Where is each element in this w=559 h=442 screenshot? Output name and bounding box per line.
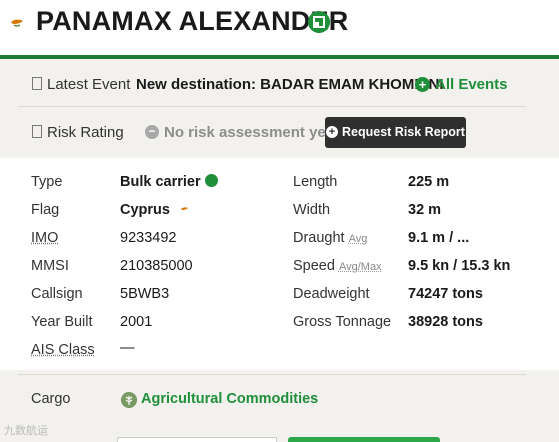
risk-rating-label: Risk Rating <box>32 124 124 141</box>
shield-icon <box>32 124 42 138</box>
imo-value: 9233492 <box>120 230 177 246</box>
vessel-details: Type Flag IMO MMSI Callsign Year Built A… <box>0 158 559 370</box>
watermark: 九数航运 <box>4 425 48 437</box>
divider <box>18 374 526 375</box>
calendar-icon <box>32 76 42 90</box>
type-label: Type <box>31 174 63 190</box>
type-value: Bulk carrier <box>120 174 218 190</box>
cyprus-flag-icon <box>6 15 28 30</box>
mmsi-label: MMSI <box>31 258 69 274</box>
vessel-header: PANAMAX ALEXANDER <box>0 0 559 56</box>
partial-input-box[interactable] <box>117 437 277 442</box>
draught-sublabel[interactable]: Avg <box>349 233 368 245</box>
deadweight-label: Deadweight <box>293 286 370 302</box>
risk-status: − No risk assessment yet <box>145 124 331 141</box>
all-events-link[interactable]: + All Events <box>415 76 508 93</box>
length-value: 225 m <box>408 174 450 190</box>
draught-label: Draught Avg <box>293 230 368 246</box>
speed-value: 9.5 kn / 15.3 kn <box>408 258 511 274</box>
callsign-value: 5BWB3 <box>120 286 170 302</box>
cargo-label: Cargo <box>31 391 71 407</box>
width-label: Width <box>293 202 331 218</box>
latest-event-row: Latest Event New destination: BADAR EMAM… <box>0 64 559 104</box>
latest-event-label: Latest Event <box>32 76 130 93</box>
mmsi-value: 210385000 <box>120 258 193 274</box>
cyprus-flag-icon <box>179 205 191 213</box>
ais-class-value: — <box>120 340 135 356</box>
bulk-carrier-badge-icon <box>204 174 218 187</box>
cargo-leaf-icon <box>121 392 137 408</box>
gross-tonnage-label: Gross Tonnage <box>293 314 392 330</box>
ais-class-label[interactable]: AIS Class <box>31 342 95 358</box>
risk-rating-row: Risk Rating − No risk assessment yet + R… <box>0 112 559 152</box>
imo-label[interactable]: IMO <box>31 230 58 246</box>
plus-circle-icon: + <box>326 126 339 138</box>
plus-circle-icon: + <box>415 76 430 92</box>
request-risk-report-button[interactable]: + Request Risk Report <box>325 116 466 148</box>
length-label: Length <box>293 174 338 190</box>
deadweight-value: 74247 tons <box>408 286 483 302</box>
gross-tonnage-value: 38928 tons <box>408 314 483 330</box>
width-value: 32 m <box>408 202 442 218</box>
bulk-carrier-badge-icon <box>308 11 330 33</box>
cargo-row: Cargo Agricultural Commodities <box>0 376 559 426</box>
flag-label: Flag <box>31 202 60 218</box>
latest-event-text: New destination: BADAR EMAM KHOMIENI <box>136 75 444 93</box>
draught-value: 9.1 m / ... <box>408 230 470 246</box>
callsign-label: Callsign <box>31 286 83 302</box>
minus-circle-icon: − <box>145 125 159 139</box>
year-built-label: Year Built <box>31 314 93 330</box>
partial-green-button[interactable] <box>288 437 440 442</box>
speed-sublabel[interactable]: Avg/Max <box>339 261 382 273</box>
flag-value: Cyprus <box>120 202 191 218</box>
cargo-value-link[interactable]: Agricultural Commodities <box>141 391 318 407</box>
speed-label: Speed Avg/Max <box>293 258 382 274</box>
year-built-value: 2001 <box>120 314 153 330</box>
vessel-name: PANAMAX ALEXANDER <box>36 6 349 36</box>
divider <box>18 106 526 107</box>
